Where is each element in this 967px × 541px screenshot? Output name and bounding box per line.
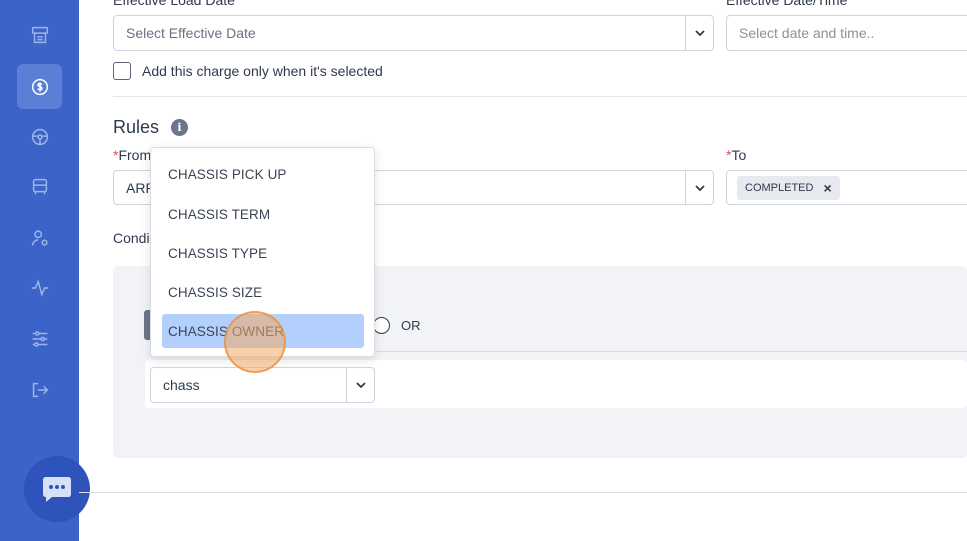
- info-icon[interactable]: i: [171, 119, 188, 136]
- condition-divider: [375, 351, 967, 352]
- document-icon[interactable]: [17, 12, 62, 57]
- close-icon[interactable]: ×: [823, 180, 831, 196]
- dropdown-option-chassis-type[interactable]: CHASSIS TYPE: [162, 236, 364, 270]
- effective-date-time-input[interactable]: Select date and time..: [726, 15, 967, 51]
- checkbox-label: Add this charge only when it's selected: [142, 63, 383, 79]
- completed-tag: COMPLETED ×: [737, 176, 840, 200]
- from-label: *From: [113, 147, 152, 163]
- dropdown-option-chassis-owner[interactable]: CHASSIS OWNER: [162, 314, 364, 348]
- conditions-label: Condi: [113, 230, 150, 246]
- condition-field-select[interactable]: chass: [150, 367, 375, 403]
- effective-load-date-placeholder: Select Effective Date: [126, 25, 256, 41]
- user-settings-icon[interactable]: [17, 215, 62, 260]
- logout-icon[interactable]: [17, 367, 62, 412]
- sliders-icon[interactable]: [17, 316, 62, 361]
- dropdown-option-chassis-size[interactable]: CHASSIS SIZE: [162, 275, 364, 309]
- steering-wheel-icon[interactable]: [17, 114, 62, 159]
- condition-search-text[interactable]: chass: [163, 377, 200, 393]
- chevron-down-icon[interactable]: [685, 171, 713, 204]
- effective-date-time-label: Effective Date/Time: [726, 0, 848, 8]
- rules-title: Rules: [113, 117, 160, 137]
- tag-label: COMPLETED: [745, 182, 814, 194]
- dropdown-option-chassis-term[interactable]: CHASSIS TERM: [162, 197, 364, 231]
- footer-divider: [79, 492, 967, 493]
- effective-load-date-select[interactable]: Select Effective Date: [113, 15, 714, 51]
- chevron-down-icon[interactable]: [346, 368, 374, 402]
- effective-date-time-placeholder: Select date and time..: [739, 25, 875, 41]
- charge-selected-checkbox[interactable]: [113, 62, 131, 80]
- to-select[interactable]: COMPLETED ×: [726, 170, 967, 205]
- chevron-down-icon[interactable]: [685, 16, 713, 50]
- section-divider: [113, 96, 967, 97]
- truck-icon[interactable]: [17, 164, 62, 209]
- activity-icon[interactable]: [17, 265, 62, 310]
- effective-load-date-label: Effective Load Date: [113, 0, 235, 8]
- dollar-refresh-icon[interactable]: [17, 64, 62, 109]
- field-dropdown-menu: CHASSIS PICK UP CHASSIS TERM CHASSIS TYP…: [150, 147, 375, 357]
- to-label: *To: [726, 147, 747, 163]
- dropdown-option-chassis-pick-up[interactable]: CHASSIS PICK UP: [162, 157, 364, 191]
- or-radio[interactable]: [373, 317, 390, 334]
- or-label: OR: [401, 318, 421, 333]
